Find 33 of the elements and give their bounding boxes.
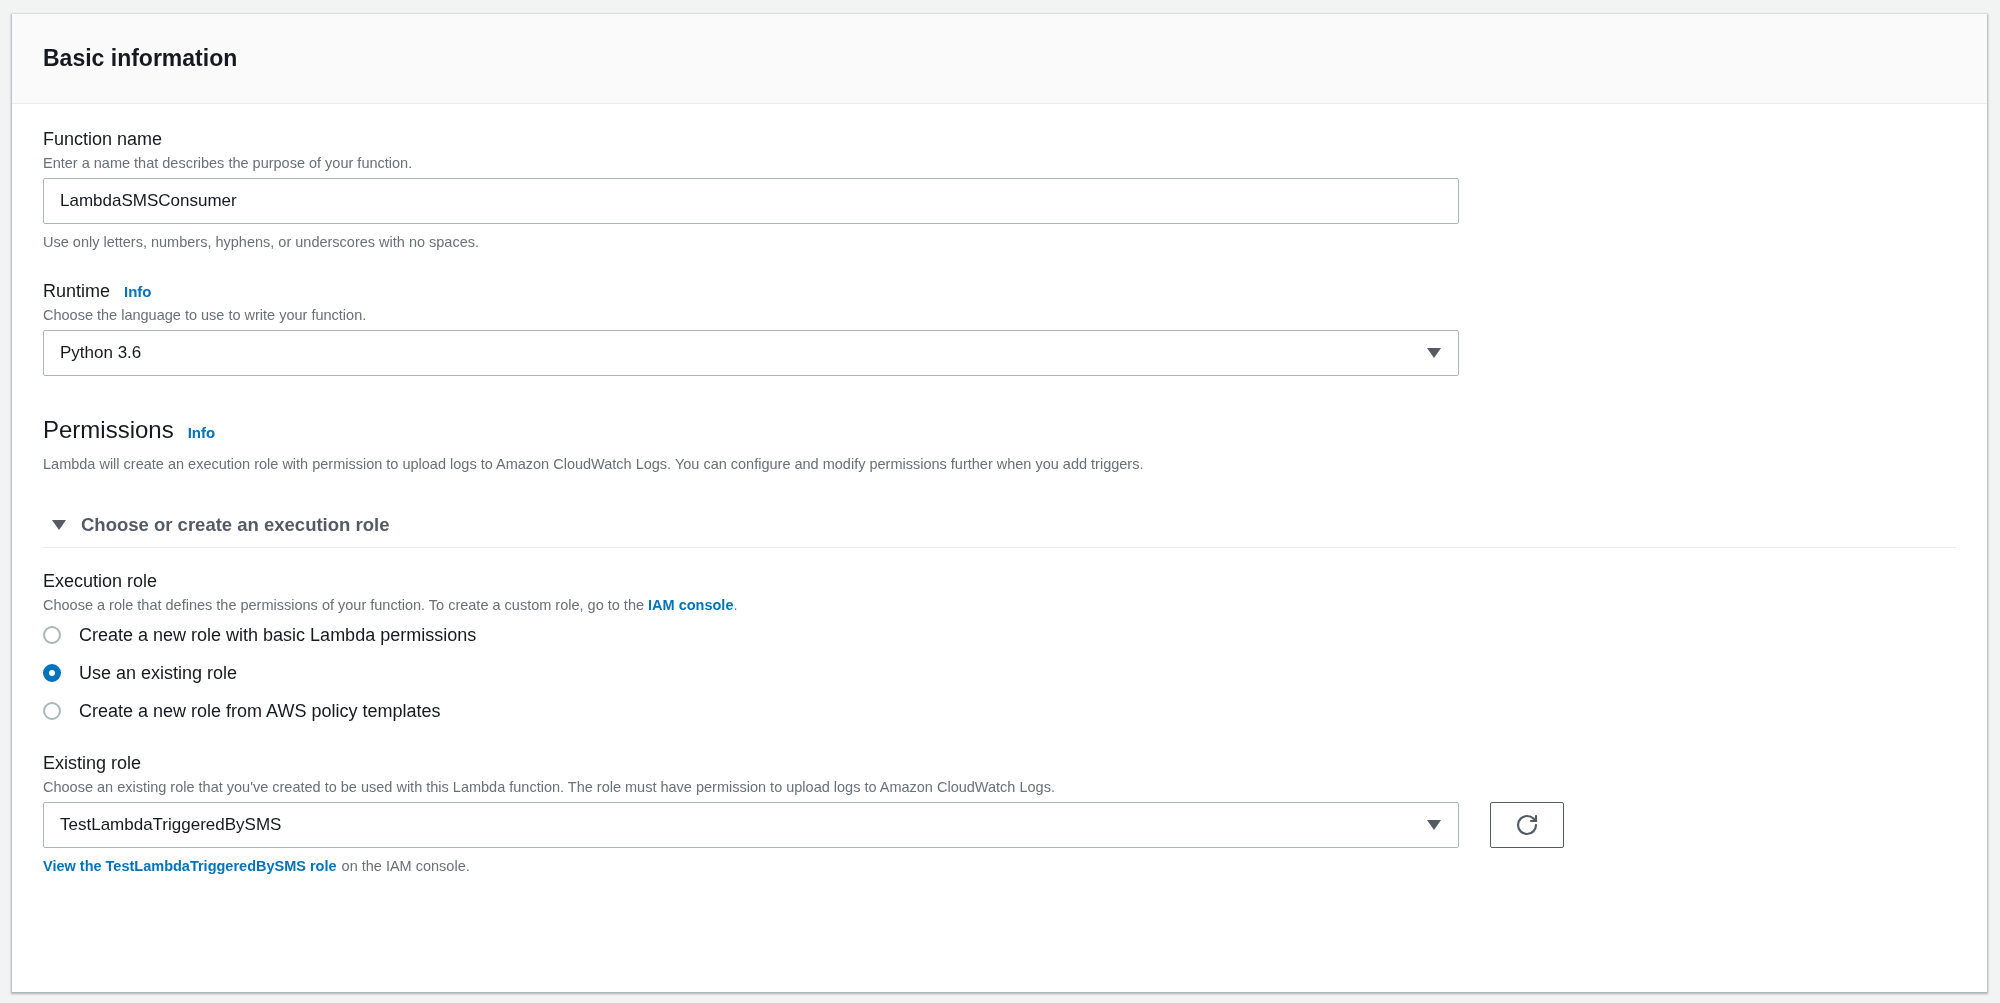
iam-console-link[interactable]: IAM console — [648, 597, 734, 613]
info-link[interactable]: Info — [187, 424, 216, 441]
radio-label: Create a new role with basic Lambda permissions — [79, 624, 477, 646]
field-hint: Enter a name that describes the purpose of your function. — [43, 154, 414, 173]
dropdown-caret-icon — [1426, 819, 1442, 831]
section-title: Permissions — [43, 416, 174, 444]
radio-label: Create a new role from AWS policy templates — [79, 700, 441, 722]
field-label: Existing role — [43, 752, 143, 775]
function-name-input[interactable]: LambdaSMSConsumer — [43, 178, 1459, 224]
section-description: Lambda will create an execution role with permission to upload logs to Amazon CloudWatch Logs. You can configure and modify permissions further when you add triggers. — [43, 456, 1145, 472]
expander-header[interactable]: Choose or create an execution role — [43, 502, 1956, 548]
panel-title: Basic information — [43, 45, 238, 72]
field-label: Runtime — [43, 280, 111, 303]
dropdown-caret-icon — [1426, 347, 1442, 359]
refresh-icon — [1515, 813, 1539, 837]
info-link[interactable]: Info — [124, 283, 152, 300]
view-role-link[interactable]: View the TestLambdaTriggeredBySMS role — [43, 858, 337, 874]
field-hint: Choose an existing role that you've created to be used with this Lambda function. The role must have permission to upload logs to Amazon CloudWatch Logs. — [43, 778, 1056, 797]
radio-label: Use an existing role — [79, 662, 238, 684]
link-suffix: on the IAM console. — [341, 858, 470, 874]
field-hint: Choose the language to use to write your function. — [43, 306, 368, 325]
field-label: Function name — [43, 128, 164, 151]
radio-button[interactable] — [43, 664, 61, 682]
expand-caret-icon — [51, 519, 67, 531]
expander-title: Choose or create an execution role — [81, 514, 390, 536]
refresh-button[interactable] — [1490, 802, 1564, 848]
field-hint: Choose a role that defines the permissions of your function. To create a custom role, go to the IAM console. — [43, 596, 739, 615]
radio-button[interactable] — [43, 702, 61, 720]
existing-role-select[interactable]: TestLambdaTriggeredBySMS — [43, 802, 1459, 848]
field-constraint: Use only letters, numbers, hyphens, or underscores with no spaces. — [43, 234, 481, 250]
runtime-select[interactable]: Python 3.6 — [43, 330, 1459, 376]
radio-button[interactable] — [43, 626, 61, 644]
field-label: Execution role — [43, 570, 159, 593]
